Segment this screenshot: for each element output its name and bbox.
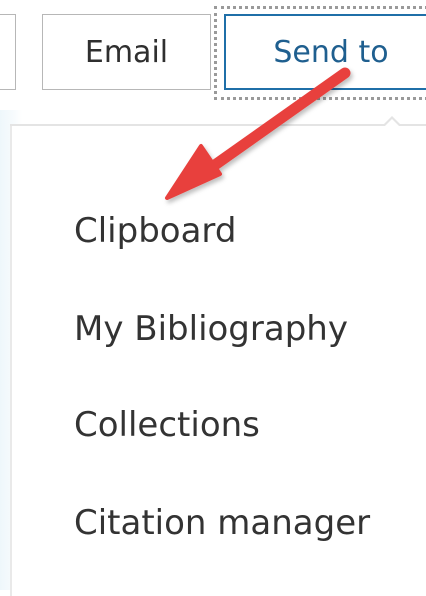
- menu-item-citation-manager[interactable]: Citation manager: [74, 506, 370, 540]
- menu-item-my-bibliography[interactable]: My Bibliography: [74, 312, 348, 346]
- previous-toolbar-button[interactable]: [0, 14, 16, 90]
- email-button-label: Email: [84, 34, 169, 70]
- send-to-button[interactable]: Send to: [224, 14, 426, 90]
- send-to-button-label: Send to: [273, 34, 389, 70]
- menu-item-collections[interactable]: Collections: [74, 408, 260, 442]
- email-button[interactable]: Email: [42, 14, 211, 90]
- menu-item-clipboard[interactable]: Clipboard: [74, 214, 236, 248]
- action-toolbar: Email Send to: [0, 0, 426, 110]
